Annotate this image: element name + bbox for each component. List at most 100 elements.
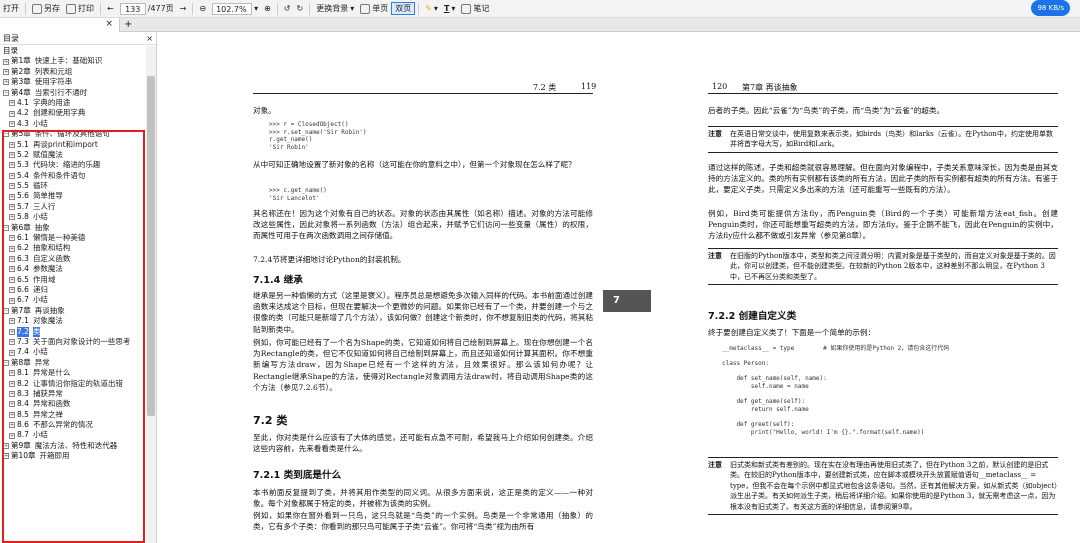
collapse-icon[interactable]: − [3,224,9,231]
toc-item[interactable]: +7.3 关于面向对象设计的一些思考 [0,337,146,347]
toc-item[interactable]: +7.4 小结 [0,347,146,357]
collapse-icon[interactable]: − [3,307,9,314]
expand-icon[interactable]: + [9,422,15,429]
toc-item[interactable]: + 第2章 列表和元组 [0,67,146,77]
toc-item[interactable]: +6.6 递归 [0,285,146,295]
expand-icon[interactable]: + [9,370,15,377]
toc-item[interactable]: + 第1章 快速上手：基础知识 [0,56,146,66]
highlighter-button[interactable]: ✎ ▾ [422,1,441,17]
toc-item[interactable]: +5.2 赋值魔法 [0,150,146,160]
next-page-button[interactable]: → [177,1,190,17]
expand-icon[interactable]: + [9,401,15,408]
expand-icon[interactable]: + [9,318,15,325]
expand-icon[interactable]: + [9,120,15,127]
expand-icon[interactable]: + [9,266,15,273]
expand-icon[interactable]: + [9,214,15,221]
toc-item[interactable]: +5.6 简单推导 [0,191,146,201]
collapse-icon[interactable]: − [3,89,9,96]
expand-icon[interactable]: + [9,183,15,190]
toc-item[interactable]: +6.7 小结 [0,295,146,305]
expand-icon[interactable]: + [9,204,15,211]
rotate-right-button[interactable]: ↻ [294,1,307,17]
page-number-input[interactable]: 133 [119,2,146,15]
toc-item[interactable]: +5.4 条件和条件语句 [0,171,146,181]
double-page-button[interactable]: 双页 [391,2,416,15]
toc-item[interactable]: +4.2 创建和使用字典 [0,108,146,118]
document-tab[interactable]: × [0,18,120,32]
toc-item[interactable]: +8.2 让事情沿你指定的轨道出错 [0,379,146,389]
expand-icon[interactable]: + [9,380,15,387]
expand-icon[interactable]: + [9,152,15,159]
toc-item[interactable]: +4.1 字典的用途 [0,98,146,108]
toc-item[interactable]: +6.5 作用域 [0,275,146,285]
close-icon[interactable]: × [146,34,153,43]
toc-item[interactable]: + 第9章 魔法方法、特性和迭代器 [0,441,146,451]
toc-item[interactable]: +6.4 参数魔法 [0,264,146,274]
toc-item[interactable]: − 第7章 再谈抽象 [0,306,146,316]
rotate-left-button[interactable]: ↺ [281,1,294,17]
toc-item[interactable]: − 第4章 当索引行不通时 [0,88,146,98]
expand-icon[interactable]: + [3,443,9,450]
zoom-in-button[interactable]: ⊕ [261,1,274,17]
expand-icon[interactable]: + [9,110,15,117]
toc-item[interactable]: +8.7 小结 [0,430,146,440]
expand-icon[interactable]: + [3,58,9,65]
zoom-input[interactable]: 102.7% [212,2,253,15]
toc-item[interactable]: +7.2 类 [0,326,146,337]
toc-item[interactable]: +5.3 代码块：缩进的乐趣 [0,160,146,170]
expand-icon[interactable]: + [9,141,15,148]
collapse-icon[interactable]: − [3,131,9,138]
toc-item[interactable]: + 第3章 使用字符串 [0,77,146,87]
toc-item[interactable]: +5.8 小结 [0,212,146,222]
toc-item[interactable]: +6.3 自定义函数 [0,254,146,264]
print-button[interactable]: 打印 [63,1,97,17]
expand-icon[interactable]: + [9,411,15,418]
expand-icon[interactable]: + [9,193,15,200]
expand-icon[interactable]: + [9,391,15,398]
collapse-icon[interactable]: − [3,359,9,366]
open-button[interactable]: 打开 [0,1,22,17]
toc-item[interactable]: + 第10章 开箱即用 [0,451,146,461]
save-as-button[interactable]: 另存 [29,1,63,17]
toc-item[interactable]: +8.4 异常和函数 [0,399,146,409]
toc-item[interactable]: +5.7 三人行 [0,202,146,212]
expand-icon[interactable]: + [9,328,15,335]
toc-item[interactable]: +8.3 捕获异常 [0,389,146,399]
expand-icon[interactable]: + [3,79,9,86]
expand-icon[interactable]: + [3,453,9,460]
toc-item[interactable]: +5.5 循环 [0,181,146,191]
expand-icon[interactable]: + [9,256,15,262]
toc-item[interactable]: +5.1 再谈print和import [0,140,146,150]
toc-item[interactable]: +8.6 不那么异常的情况 [0,420,146,430]
toc-item[interactable]: +6.2 抽象和结构 [0,243,146,253]
expand-icon[interactable]: + [9,432,15,439]
expand-icon[interactable]: + [9,339,15,346]
text-tool-button[interactable]: T ▾ [441,1,458,17]
toc-item[interactable]: − 第8章 异常 [0,358,146,368]
single-page-button[interactable]: 单页 [357,1,391,17]
prev-page-button[interactable]: ← [104,1,117,17]
toc-item[interactable]: 目录 [0,46,146,56]
expand-icon[interactable]: + [9,297,15,304]
toc-item[interactable]: +4.3 小结 [0,119,146,129]
toc-item[interactable]: − 第5章 条件、循环及其他语句 [0,129,146,139]
toc-scrollbar[interactable] [146,46,156,543]
toc-item[interactable]: +7.1 对象魔法 [0,316,146,326]
chevron-down-icon[interactable]: ▾ [254,4,258,13]
expand-icon[interactable]: + [9,349,15,356]
expand-icon[interactable]: + [3,68,9,75]
toc-item[interactable]: +8.1 异常是什么 [0,368,146,378]
expand-icon[interactable]: + [9,276,15,283]
close-icon[interactable]: × [105,19,113,29]
scrollbar-thumb[interactable] [147,76,155,416]
expand-icon[interactable]: + [9,162,15,169]
zoom-out-button[interactable]: ⊖ [196,1,209,17]
expand-icon[interactable]: + [9,172,15,179]
expand-icon[interactable]: + [9,235,15,242]
toc-item[interactable]: +6.1 懒惰是一种美德 [0,233,146,243]
notes-button[interactable]: 笔记 [458,1,492,17]
toc-item[interactable]: − 第6章 抽象 [0,223,146,233]
add-tab-icon[interactable]: + [124,19,132,30]
expand-icon[interactable]: + [9,287,15,294]
expand-icon[interactable]: + [9,100,15,107]
